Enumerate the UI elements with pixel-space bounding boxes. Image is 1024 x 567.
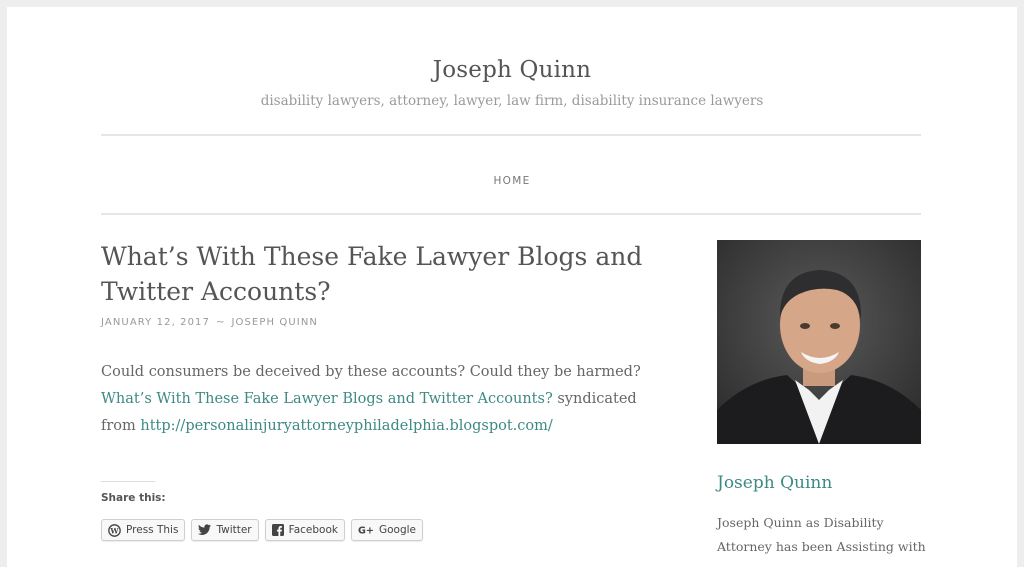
post-body-text: Could consumers be deceived by these acc… — [101, 364, 641, 380]
share-button-label: Facebook — [288, 524, 338, 536]
share-divider — [101, 481, 155, 482]
share-buttons: W Press This Twitter Facebook G+ Google — [101, 519, 424, 541]
sidebar-author-bio: Joseph Quinn as Disability Attorney has … — [717, 515, 926, 554]
author-photo — [717, 240, 921, 444]
share-press-this-button[interactable]: W Press This — [101, 519, 186, 541]
wordpress-icon: W — [108, 523, 121, 537]
facebook-icon — [271, 524, 284, 536]
sidebar-author-name[interactable]: Joseph Quinn — [717, 473, 832, 493]
meta-separator: ~ — [215, 317, 226, 328]
share-button-label: Twitter — [216, 524, 252, 536]
google-plus-icon: G+ — [358, 524, 374, 536]
site-tagline: disability lawyers, attorney, lawyer, la… — [260, 93, 764, 109]
page-container: Joseph Quinn disability lawyers, attorne… — [7, 7, 1017, 567]
post-title[interactable]: What’s With These Fake Lawyer Blogs and … — [101, 239, 701, 309]
post-content: Could consumers be deceived by these acc… — [101, 359, 661, 440]
share-label: Share this: — [101, 492, 166, 504]
share-button-label: Google — [378, 524, 417, 536]
header-divider — [101, 134, 921, 136]
main-navigation: HOME — [7, 169, 1017, 188]
nav-divider — [101, 213, 921, 215]
source-url-link[interactable]: http://personalinjuryattorneyphiladelphi… — [140, 418, 552, 434]
share-twitter-button[interactable]: Twitter — [191, 519, 259, 541]
post-author[interactable]: JOSEPH QUINN — [231, 317, 318, 328]
nav-item-home[interactable]: HOME — [493, 175, 530, 187]
share-google-button[interactable]: G+ Google — [350, 519, 424, 541]
post-date[interactable]: JANUARY 12, 2017 — [101, 317, 210, 328]
site-title[interactable]: Joseph Quinn — [7, 57, 1017, 83]
svg-text:W: W — [109, 526, 119, 535]
share-button-label: Press This — [126, 524, 179, 536]
post-meta: JANUARY 12, 2017 ~ JOSEPH QUINN — [101, 317, 318, 328]
post-body-link[interactable]: What’s With These Fake Lawyer Blogs and … — [101, 391, 553, 407]
svg-text:G+: G+ — [358, 526, 374, 536]
twitter-icon — [198, 524, 212, 536]
share-facebook-button[interactable]: Facebook — [264, 519, 345, 541]
